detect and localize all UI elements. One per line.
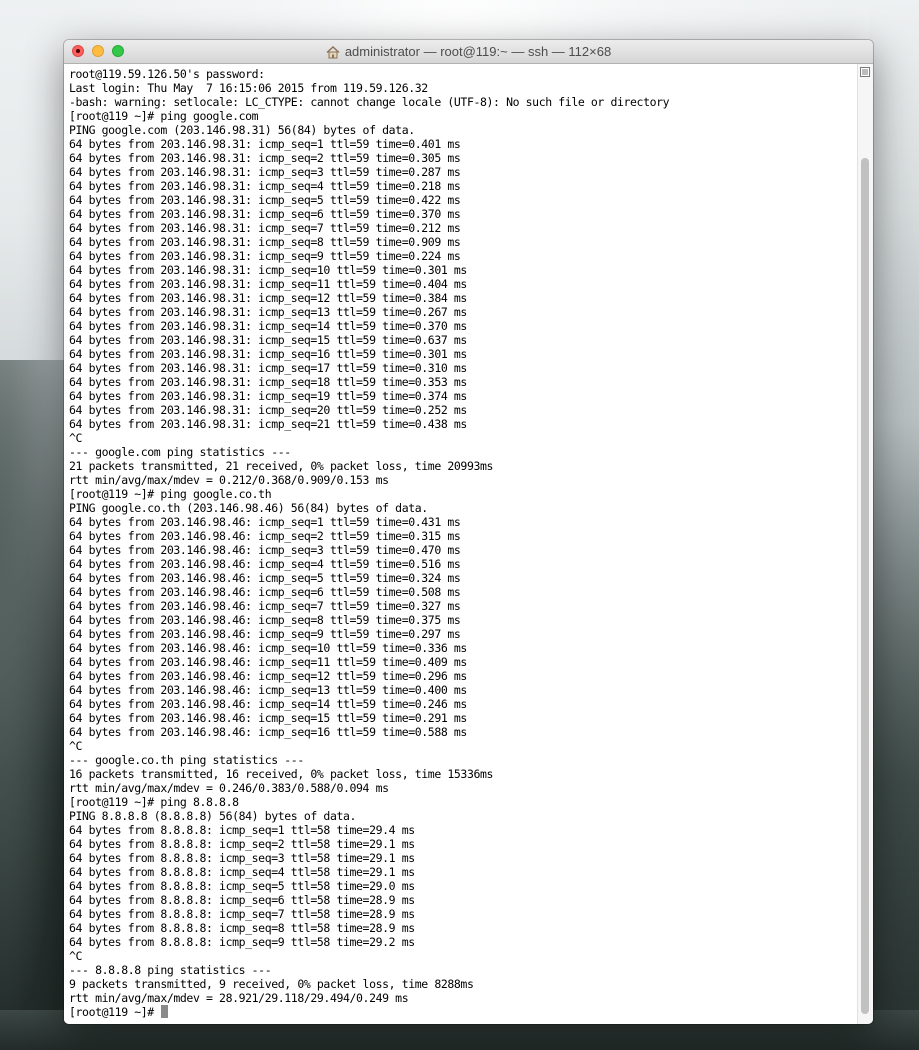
terminal-line: 64 bytes from 203.146.98.31: icmp_seq=11… [69,277,467,291]
terminal-line: 64 bytes from 8.8.8.8: icmp_seq=9 ttl=58… [69,935,415,949]
home-icon [326,45,340,59]
terminal-line: 64 bytes from 203.146.98.31: icmp_seq=16… [69,347,467,361]
terminal-window: administrator — root@119:~ — ssh — 112×6… [64,40,873,1024]
terminal-line: PING 8.8.8.8 (8.8.8.8) 56(84) bytes of d… [69,809,357,823]
desktop-wallpaper-right [869,0,919,1050]
terminal-line: 64 bytes from 203.146.98.46: icmp_seq=6 … [69,585,461,599]
terminal-line: 64 bytes from 203.146.98.31: icmp_seq=20… [69,403,467,417]
terminal-line: 64 bytes from 203.146.98.31: icmp_seq=1 … [69,137,461,151]
terminal-line: 64 bytes from 203.146.98.46: icmp_seq=1 … [69,515,461,529]
terminal-line: 64 bytes from 203.146.98.46: icmp_seq=16… [69,725,467,739]
terminal-line: 64 bytes from 203.146.98.46: icmp_seq=4 … [69,557,461,571]
terminal-line: 64 bytes from 8.8.8.8: icmp_seq=1 ttl=58… [69,823,415,837]
scrollbar-thumb[interactable] [861,158,869,1014]
terminal-line: 64 bytes from 203.146.98.31: icmp_seq=14… [69,319,467,333]
terminal-line: --- google.co.th ping statistics --- [69,753,304,767]
terminal-line: 64 bytes from 203.146.98.31: icmp_seq=10… [69,263,467,277]
terminal-line: 64 bytes from 8.8.8.8: icmp_seq=8 ttl=58… [69,921,415,935]
terminal-line: 16 packets transmitted, 16 received, 0% … [69,767,494,781]
terminal-line: rtt min/avg/max/mdev = 0.246/0.383/0.588… [69,781,389,795]
terminal-line: Last login: Thu May 7 16:15:06 2015 from… [69,81,428,95]
terminal-line: 64 bytes from 203.146.98.31: icmp_seq=3 … [69,165,461,179]
terminal-line: 64 bytes from 203.146.98.31: icmp_seq=21… [69,417,467,431]
window-title-container: administrator — root@119:~ — ssh — 112×6… [64,40,873,63]
terminal-prompt: [root@119 ~]# [69,1005,161,1019]
terminal-line: 64 bytes from 203.146.98.46: icmp_seq=11… [69,655,467,669]
terminal-line: 64 bytes from 8.8.8.8: icmp_seq=3 ttl=58… [69,851,415,865]
terminal-line: 64 bytes from 203.146.98.31: icmp_seq=9 … [69,249,461,263]
terminal-line: 64 bytes from 203.146.98.46: icmp_seq=12… [69,669,467,683]
terminal-line: 21 packets transmitted, 21 received, 0% … [69,459,494,473]
terminal-content[interactable]: root@119.59.126.50's password: Last logi… [64,64,857,1024]
window-title: administrator — root@119:~ — ssh — 112×6… [344,44,612,59]
terminal-line: PING google.co.th (203.146.98.46) 56(84)… [69,501,428,515]
terminal-line: [root@119 ~]# ping google.com [69,109,259,123]
terminal-line: 64 bytes from 203.146.98.46: icmp_seq=14… [69,697,467,711]
desktop-wallpaper-left [0,360,70,1050]
terminal-line: 64 bytes from 203.146.98.31: icmp_seq=12… [69,291,467,305]
terminal-line: 64 bytes from 203.146.98.46: icmp_seq=13… [69,683,467,697]
terminal-line: 64 bytes from 8.8.8.8: icmp_seq=2 ttl=58… [69,837,415,851]
terminal-output: root@119.59.126.50's password: Last logi… [64,64,857,1005]
terminal-line: 64 bytes from 203.146.98.31: icmp_seq=15… [69,333,467,347]
terminal-line: 64 bytes from 203.146.98.31: icmp_seq=4 … [69,179,461,193]
terminal-prompt-line[interactable]: [root@119 ~]# [64,1005,857,1019]
terminal-line: rtt min/avg/max/mdev = 28.921/29.118/29.… [69,991,409,1005]
terminal-line: 64 bytes from 203.146.98.46: icmp_seq=10… [69,641,467,655]
terminal-line: 64 bytes from 203.146.98.31: icmp_seq=13… [69,305,467,319]
terminal-line: ^C [69,431,83,445]
terminal-line: root@119.59.126.50's password: [69,67,265,81]
terminal-line: 64 bytes from 8.8.8.8: icmp_seq=5 ttl=58… [69,879,415,893]
terminal-cursor [161,1005,169,1018]
terminal-line: 64 bytes from 8.8.8.8: icmp_seq=6 ttl=58… [69,893,415,907]
terminal-line: --- 8.8.8.8 ping statistics --- [69,963,272,977]
terminal-line: 64 bytes from 203.146.98.31: icmp_seq=18… [69,375,467,389]
terminal-line: 64 bytes from 203.146.98.46: icmp_seq=5 … [69,571,461,585]
terminal-line: --- google.com ping statistics --- [69,445,291,459]
window-titlebar[interactable]: administrator — root@119:~ — ssh — 112×6… [64,40,873,64]
terminal-line: 64 bytes from 203.146.98.46: icmp_seq=2 … [69,529,461,543]
terminal-line: -bash: warning: setlocale: LC_CTYPE: can… [69,95,670,109]
terminal-line: [root@119 ~]# ping 8.8.8.8 [69,795,239,809]
terminal-line: 64 bytes from 203.146.98.46: icmp_seq=9 … [69,627,461,641]
terminal-line: 9 packets transmitted, 9 received, 0% pa… [69,977,474,991]
terminal-line: 64 bytes from 203.146.98.46: icmp_seq=7 … [69,599,461,613]
terminal-line: 64 bytes from 203.146.98.31: icmp_seq=5 … [69,193,461,207]
terminal-line: 64 bytes from 203.146.98.31: icmp_seq=17… [69,361,467,375]
terminal-line: 64 bytes from 203.146.98.31: icmp_seq=19… [69,389,467,403]
terminal-line: 64 bytes from 203.146.98.46: icmp_seq=15… [69,711,467,725]
terminal-line: PING google.com (203.146.98.31) 56(84) b… [69,123,415,137]
split-pane-icon[interactable] [860,67,870,77]
terminal-line: 64 bytes from 8.8.8.8: icmp_seq=4 ttl=58… [69,865,415,879]
terminal-line: 64 bytes from 203.146.98.31: icmp_seq=6 … [69,207,461,221]
terminal-line: rtt min/avg/max/mdev = 0.212/0.368/0.909… [69,473,389,487]
terminal-line: 64 bytes from 203.146.98.31: icmp_seq=8 … [69,235,461,249]
terminal-line: 64 bytes from 203.146.98.31: icmp_seq=7 … [69,221,461,235]
terminal-line: 64 bytes from 203.146.98.46: icmp_seq=3 … [69,543,461,557]
terminal-line: 64 bytes from 203.146.98.46: icmp_seq=8 … [69,613,461,627]
terminal-line: ^C [69,949,83,963]
terminal-line: 64 bytes from 8.8.8.8: icmp_seq=7 ttl=58… [69,907,415,921]
terminal-line: 64 bytes from 203.146.98.31: icmp_seq=2 … [69,151,461,165]
terminal-line: [root@119 ~]# ping google.co.th [69,487,272,501]
vertical-scrollbar[interactable] [857,64,873,1024]
terminal-line: ^C [69,739,83,753]
